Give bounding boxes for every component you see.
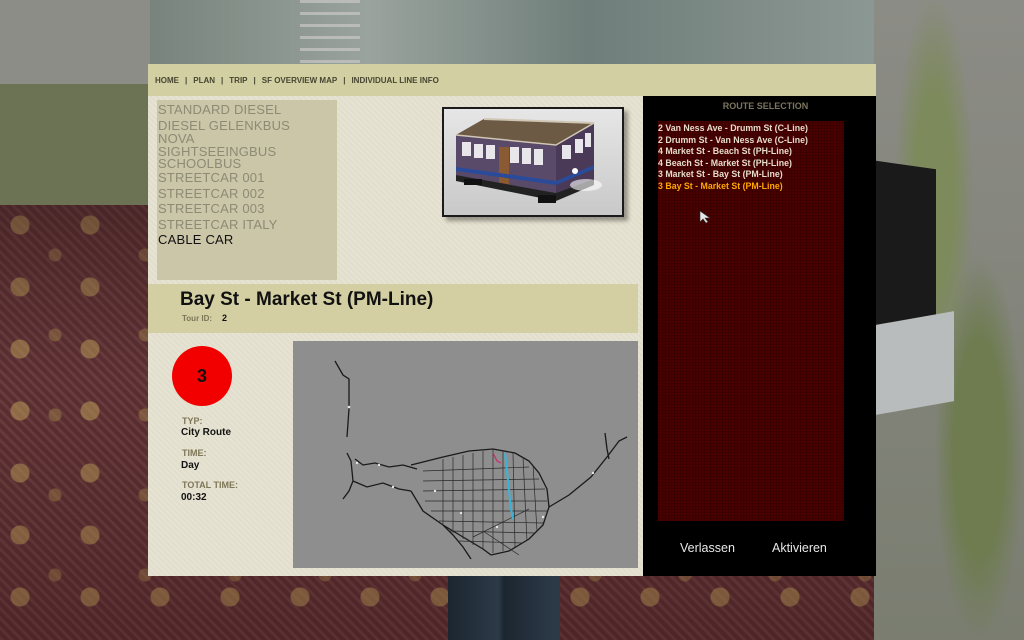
cable-car-image bbox=[455, 118, 602, 203]
route-item[interactable]: 2 Van Ness Ave - Drumm St (C-Line) bbox=[658, 123, 844, 135]
vehicle-item-streetcar-italy[interactable]: STREETCAR ITALY bbox=[158, 217, 337, 233]
nav-individual-line-info[interactable]: INDIVIDUAL LINE INFO bbox=[351, 76, 438, 85]
tour-id-value: 2 bbox=[222, 313, 228, 323]
total-time-label: TOTAL TIME: bbox=[182, 480, 238, 490]
nav-separator: | bbox=[221, 75, 224, 85]
scene-player-legs bbox=[448, 574, 560, 640]
vehicle-item-cable-car[interactable]: CABLE CAR bbox=[158, 232, 337, 248]
nav-separator: | bbox=[185, 75, 188, 85]
route-item[interactable]: 3 Market St - Bay St (PM-Line) bbox=[658, 169, 844, 181]
time-label: TIME: bbox=[182, 448, 207, 458]
route-item-selected[interactable]: 3 Bay St - Market St (PM-Line) bbox=[658, 181, 844, 193]
route-planner-panel: HOME | PLAN | TRIP | SF OVERVIEW MAP | I… bbox=[148, 64, 876, 576]
type-label: TYP: bbox=[182, 416, 203, 426]
vehicle-item-streetcar-003[interactable]: STREETCAR 003 bbox=[158, 201, 337, 217]
activate-button[interactable]: Aktivieren bbox=[772, 541, 827, 555]
route-item[interactable]: 4 Beach St - Market St (PH-Line) bbox=[658, 158, 844, 170]
vehicle-item-schoolbus[interactable]: SCHOOLBUS bbox=[158, 157, 337, 170]
type-value: City Route bbox=[181, 427, 231, 438]
vehicle-type-list: STANDARD DIESEL DIESEL GELENKBUS NOVA SI… bbox=[157, 100, 337, 280]
nav-plan[interactable]: PLAN bbox=[193, 76, 215, 85]
line-info-area: STANDARD DIESEL DIESEL GELENKBUS NOVA SI… bbox=[148, 96, 643, 576]
nav-home[interactable]: HOME bbox=[155, 76, 179, 85]
leave-button[interactable]: Verlassen bbox=[680, 541, 735, 555]
scene-window-blinds bbox=[300, 0, 360, 64]
route-selection-header: ROUTE SELECTION bbox=[722, 101, 809, 111]
vehicle-item-streetcar-002[interactable]: STREETCAR 002 bbox=[158, 186, 337, 202]
route-item[interactable]: 4 Market St - Beach St (PH-Line) bbox=[658, 146, 844, 158]
route-network-map bbox=[334, 360, 628, 560]
route-selection-list: 2 Van Ness Ave - Drumm St (C-Line) 2 Dru… bbox=[658, 121, 844, 521]
scene-desk-plate bbox=[876, 311, 954, 415]
line-number-badge: 3 bbox=[172, 346, 232, 406]
route-title-bar: Bay St - Market St (PM-Line) Tour ID: 2 bbox=[148, 284, 638, 333]
nav-separator: | bbox=[253, 75, 256, 85]
scene-window bbox=[150, 0, 880, 64]
scene-monitor-back bbox=[876, 160, 936, 340]
total-time-value: 00:32 bbox=[181, 492, 207, 503]
nav-sf-overview-map[interactable]: SF OVERVIEW MAP bbox=[262, 76, 337, 85]
time-value: Day bbox=[181, 460, 200, 471]
route-title: Bay St - Market St (PM-Line) bbox=[180, 289, 434, 310]
vehicle-preview-frame bbox=[442, 107, 624, 217]
tour-id-label: Tour ID: bbox=[182, 314, 213, 323]
vehicle-item-standard-diesel[interactable]: STANDARD DIESEL bbox=[158, 102, 337, 118]
route-map[interactable] bbox=[293, 341, 638, 568]
top-nav-bar: HOME | PLAN | TRIP | SF OVERVIEW MAP | I… bbox=[148, 64, 876, 96]
nav-separator: | bbox=[343, 75, 346, 85]
scene-wall-left bbox=[0, 0, 150, 210]
nav-trip[interactable]: TRIP bbox=[229, 76, 247, 85]
vehicle-item-streetcar-001[interactable]: STREETCAR 001 bbox=[158, 170, 337, 186]
mouse-cursor-icon bbox=[699, 210, 711, 224]
route-selection-panel: ROUTE SELECTION 2 Van Ness Ave - Drumm S… bbox=[643, 96, 876, 576]
route-item[interactable]: 2 Drumm St - Van Ness Ave (C-Line) bbox=[658, 135, 844, 147]
